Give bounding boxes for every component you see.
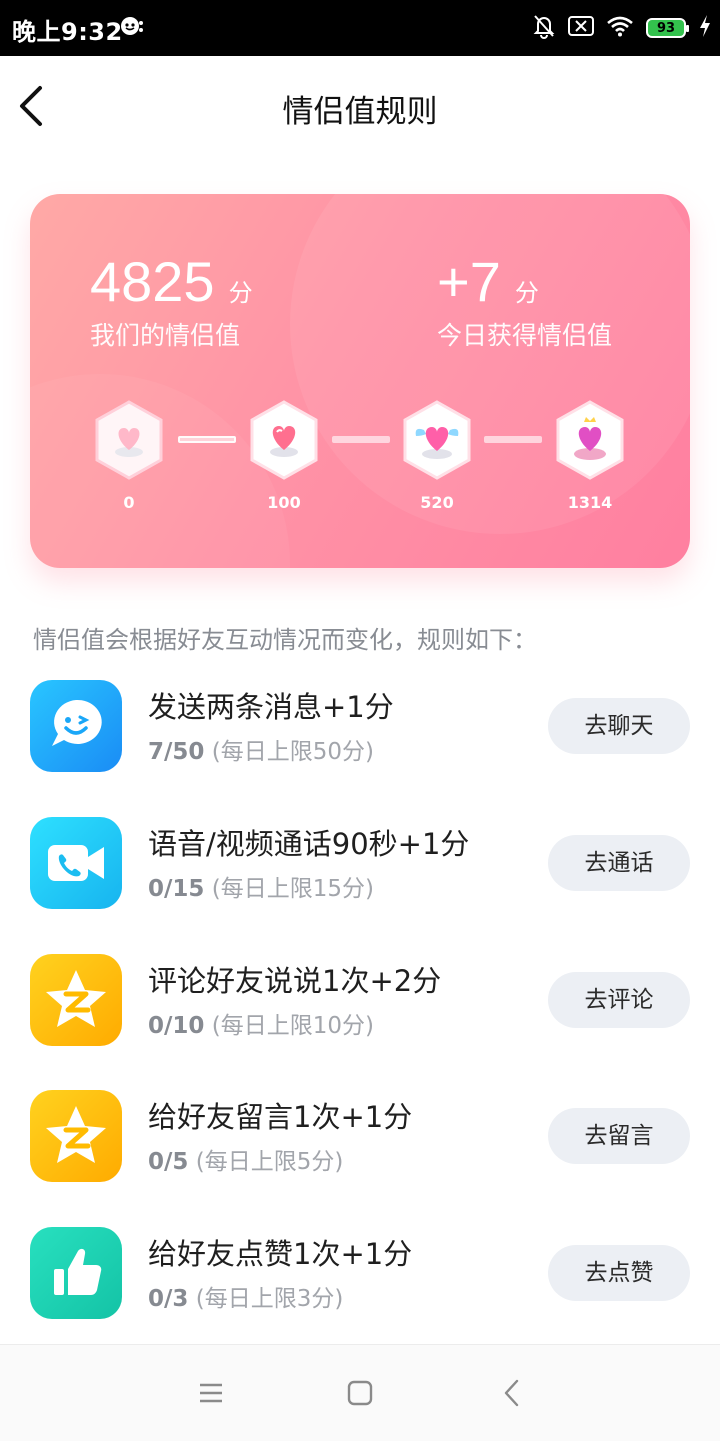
battery-level: 93 <box>656 20 676 36</box>
header: 情侣值规则 <box>0 56 720 156</box>
winged-heart-badge-icon <box>402 400 472 480</box>
thumbs-up-icon <box>30 1227 122 1319</box>
level-connector <box>484 436 542 443</box>
rule-progress: 0/15 (每日上限15分) <box>148 869 374 903</box>
today-score-unit: 分 <box>514 279 539 307</box>
rule-limit: (每日上限3分) <box>195 1286 344 1312</box>
go-leave-message-button[interactable]: 去留言 <box>548 1108 690 1164</box>
rule-item-message-board: 给好友留言1次+1分 0/5 (每日上限5分) 去留言 <box>0 1090 720 1190</box>
total-score-unit: 分 <box>228 279 253 307</box>
go-call-button[interactable]: 去通话 <box>548 835 690 891</box>
sim-off-icon <box>568 15 594 41</box>
rule-item-call: 语音/视频通话90秒+1分 0/15 (每日上限15分) 去通话 <box>0 817 720 917</box>
home-button[interactable] <box>340 1373 380 1413</box>
rule-item-like: 给好友点赞1次+1分 0/3 (每日上限3分) 去点赞 <box>0 1227 720 1327</box>
crowned-heart-badge-icon <box>555 400 625 480</box>
today-score-block: +7 分 今日获得情侣值 <box>437 254 612 352</box>
menu-icon <box>200 1383 222 1403</box>
video-call-icon <box>30 817 122 909</box>
wifi-icon <box>606 15 634 41</box>
battery-icon: 93 <box>646 18 689 38</box>
menu-button[interactable] <box>190 1373 230 1413</box>
level-progress: 0 100 520 1314 <box>30 400 690 520</box>
rule-limit: (每日上限5分) <box>195 1149 344 1175</box>
level-label: 1314 <box>567 493 613 512</box>
go-chat-button[interactable]: 去聊天 <box>548 698 690 754</box>
rule-count: 0/10 <box>148 1013 205 1039</box>
chat-notification-icon <box>118 14 144 42</box>
rule-limit: (每日上限15分) <box>211 876 374 902</box>
rule-progress: 0/3 (每日上限3分) <box>148 1279 343 1313</box>
rule-count: 0/3 <box>148 1286 189 1312</box>
status-time: 晚上9:32 <box>12 18 123 46</box>
total-score-label: 我们的情侣值 <box>90 321 241 350</box>
level-label: 100 <box>267 493 301 512</box>
rule-limit: (每日上限10分) <box>211 1013 374 1039</box>
couple-value-card: 4825 分 我们的情侣值 +7 分 今日获得情侣值 0 100 520 131… <box>30 194 690 568</box>
rule-title: 评论好友说说1次+2分 <box>148 964 442 998</box>
status-bar: 晚上9:32 93 <box>0 0 720 56</box>
qzone-star-icon <box>30 954 122 1046</box>
go-comment-button[interactable]: 去评论 <box>548 972 690 1028</box>
rule-title: 给好友点赞1次+1分 <box>148 1237 413 1271</box>
rule-limit: (每日上限50分) <box>211 739 374 765</box>
rule-progress: 0/10 (每日上限10分) <box>148 1006 374 1040</box>
rule-title: 发送两条消息+1分 <box>148 690 394 724</box>
total-score-block: 4825 分 我们的情侣值 <box>90 254 253 352</box>
rule-progress: 7/50 (每日上限50分) <box>148 732 374 766</box>
level-connector <box>332 436 390 443</box>
rule-count: 0/15 <box>148 876 205 902</box>
system-nav-bar <box>0 1344 720 1441</box>
go-like-button[interactable]: 去点赞 <box>548 1245 690 1301</box>
today-score-label: 今日获得情侣值 <box>437 321 613 350</box>
rules-intro: 情侣值会根据好友互动情况而变化，规则如下： <box>33 626 537 654</box>
rule-item-message: 发送两条消息+1分 7/50 (每日上限50分) 去聊天 <box>0 680 720 780</box>
rule-count: 0/5 <box>148 1149 189 1175</box>
heart-badge-icon <box>249 400 319 480</box>
chat-smile-icon <box>30 680 122 772</box>
nav-back-button[interactable] <box>492 1373 532 1413</box>
silent-bell-icon <box>532 13 556 43</box>
rule-item-comment: 评论好友说说1次+2分 0/10 (每日上限10分) 去评论 <box>0 954 720 1054</box>
level-label: 0 <box>123 493 135 512</box>
today-score-value: +7 <box>437 250 501 313</box>
total-score-value: 4825 <box>90 250 215 313</box>
back-triangle-icon <box>504 1379 519 1407</box>
rule-title: 语音/视频通话90秒+1分 <box>148 827 470 861</box>
rule-count: 7/50 <box>148 739 205 765</box>
level-label: 520 <box>420 493 454 512</box>
heart-badge-icon <box>94 400 164 480</box>
qzone-star-icon <box>30 1090 122 1182</box>
level-connector <box>178 436 236 443</box>
charging-icon <box>698 14 712 42</box>
rule-progress: 0/5 (每日上限5分) <box>148 1142 343 1176</box>
page-title: 情侣值规则 <box>282 94 438 130</box>
rule-title: 给好友留言1次+1分 <box>148 1100 413 1134</box>
home-square-icon <box>347 1380 373 1406</box>
